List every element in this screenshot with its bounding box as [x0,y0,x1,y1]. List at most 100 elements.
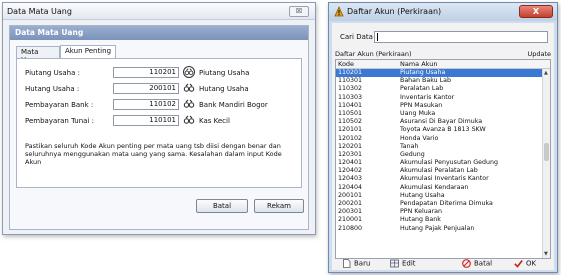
field-row-pembayaran-tunai: Pembayaran Tunai : 110101 Kas Kecil [25,115,295,127]
kode-akun-input[interactable]: 110201 [113,67,179,78]
table-row[interactable]: 200201 Pendapatan Diterima Dimuka [336,200,550,208]
kode-cell: 110401 [338,101,363,109]
kode-cell: 120301 [338,150,363,158]
table-row[interactable]: 200301 PPN Keluaran [336,208,550,216]
kode-cell: 110501 [338,109,363,117]
dialog-titlebar[interactable]: Data Mata Uang ☒ [3,3,315,20]
nama-akun-cell: PPN Masukan [400,101,443,109]
dialog-body: Cari Data : Daftar Akun (Perkiraan) Upda… [332,23,554,270]
baru-button[interactable]: Baru [342,259,370,269]
checkmark-icon [514,260,523,268]
rekam-button[interactable]: Rekam [254,199,304,213]
nama-akun-cell: Uang Muka [400,109,436,117]
kode-cell: 200201 [338,200,363,207]
nama-akun-cell: Peralatan Lab [400,85,444,93]
vertical-scrollbar[interactable]: ▲ ▼ [542,69,550,258]
table-row[interactable]: 120102 Honda Vario [336,135,550,143]
scroll-thumb[interactable] [544,143,549,161]
kode-cell: 110301 [338,77,363,85]
button-bar: Baru Edit Batal OK [332,259,554,270]
table-row[interactable]: 120301 Gedung [336,151,550,159]
table-row[interactable]: 120404 Akumulasi Kendaraan [336,184,550,192]
table-row[interactable]: 110303 Inventaris Kantor [336,94,550,102]
kode-akun-input[interactable]: 200101 [113,83,179,94]
table-row[interactable]: 210001 Hutang Bank [336,216,550,224]
table-row[interactable]: 110501 Uang Muka [336,110,550,118]
kode-akun-input[interactable]: 110101 [113,115,179,126]
panel-title: Data Mata Uang [10,26,308,40]
nama-akun-cell: PPN Keluaran [400,208,443,216]
akun-description: Kas Kecil [199,117,230,125]
field-row-pembayaran-bank: Pembayaran Bank : 110102 Bank Mandiri Bo… [25,99,295,111]
nama-akun-cell: Akumulasi Peralatan Lab [400,167,478,175]
batal-label: Batal [474,259,493,268]
table-rows: 110201 Piutang Usaha 110301 Bahan Baku Lab 1… [336,69,550,233]
nama-akun-cell: Akumulasi Inventaris Kantor [400,175,489,183]
batal-button[interactable]: Batal [462,259,492,269]
binoculars-icon[interactable] [183,98,195,110]
search-row: Cari Data : [338,31,548,44]
nama-akun-cell: Pendapatan Diterima Dimuka [400,200,493,207]
close-button[interactable]: ☒ [289,6,309,17]
baru-label: Baru [354,259,371,268]
table-row[interactable]: 110502 Asuransi Di Bayar Dimuka [336,118,550,126]
field-label: Hutang Usaha : [25,85,80,93]
binoculars-icon[interactable] [183,114,195,126]
tab-akun-penting[interactable]: Akun Penting [60,45,116,58]
table-row[interactable]: 120401 Akumulasi Penyusutan Gedung [336,159,550,167]
table-row[interactable]: 210800 Hutang Pajak Penjualan [336,225,550,233]
ok-button[interactable]: OK [514,259,536,269]
nama-akun-cell: Toyota Avanza B 1813 SKW [400,126,486,134]
nama-akun-cell: Tanah [400,142,419,150]
kode-cell: 120201 [338,142,363,150]
scroll-down-icon[interactable]: ▼ [544,251,548,257]
binoculars-icon[interactable] [183,66,195,78]
kode-cell: 120404 [338,183,363,191]
nama-akun-cell: Inventaris Kantor [400,93,455,101]
batal-button[interactable]: Batal [196,199,248,213]
close-button[interactable]: X [519,5,553,18]
dialog-titlebar[interactable]: Daftar Akun (Perkiraan) X [329,3,557,21]
kode-cell: 210800 [338,224,363,232]
kode-cell: 110502 [338,118,363,126]
list-title: Daftar Akun (Perkiraan) [335,50,412,58]
table-row[interactable]: 120402 Akumulasi Peralatan Lab [336,167,550,175]
akun-description: Piutang Usaha [199,69,250,77]
table-row[interactable]: 200101 Hutang Usaha [336,192,550,200]
table-row[interactable]: 120403 Akumulasi Inventaris Kantor [336,175,550,183]
table-row[interactable]: 110302 Peralatan Lab [336,85,550,93]
table-row[interactable]: 110401 PPN Masukan [336,102,550,110]
kode-cell: 200301 [338,208,363,216]
table-row[interactable]: 110301 Bahan Baku Lab [336,77,550,85]
akun-table: Kode Nama Akun 110201 Piutang Usaha 110301… [335,59,551,259]
binoculars-icon[interactable] [183,82,195,94]
dialog-title: Daftar Akun (Perkiraan) [347,7,442,16]
kode-cell: 210001 [338,216,363,224]
edit-button[interactable]: Edit [390,259,416,269]
update-link[interactable]: Update [527,50,551,58]
new-document-icon [343,259,351,268]
table-row[interactable]: 120101 Toyota Avanza B 1813 SKW [336,126,550,134]
search-label: Cari Data : [340,33,378,41]
column-header-kode[interactable]: Kode [338,60,354,68]
akun-description: Hutang Usaha [199,85,249,93]
dialog-title: Data Mata Uang [7,7,72,16]
kode-cell: 200101 [338,191,363,199]
tab-mata-uang[interactable]: Mata Uang [16,46,60,64]
kode-cell: 120401 [338,159,363,167]
kode-akun-input[interactable]: 110102 [113,99,179,110]
nama-akun-cell: Gedung [400,150,425,158]
search-input[interactable] [374,31,548,43]
scroll-up-icon[interactable]: ▲ [544,70,548,76]
edit-grid-icon [390,259,399,268]
nama-akun-cell: Honda Vario [400,134,439,142]
warning-note: Pastikan seluruh Kode Akun penting per m… [25,142,282,166]
column-header-nama-akun[interactable]: Nama Akun [400,60,437,68]
field-row-piutang-usaha: Piutang Usaha : 110201 Piutang Usaha [25,66,295,79]
kode-cell: 120402 [338,167,363,175]
table-row[interactable]: 120201 Tanah [336,143,550,151]
nama-akun-cell: Hutang Usaha [400,191,445,199]
table-row[interactable]: 110201 Piutang Usaha [336,69,550,78]
nama-akun-cell: Bahan Baku Lab [400,77,452,85]
ok-label: OK [526,259,537,268]
